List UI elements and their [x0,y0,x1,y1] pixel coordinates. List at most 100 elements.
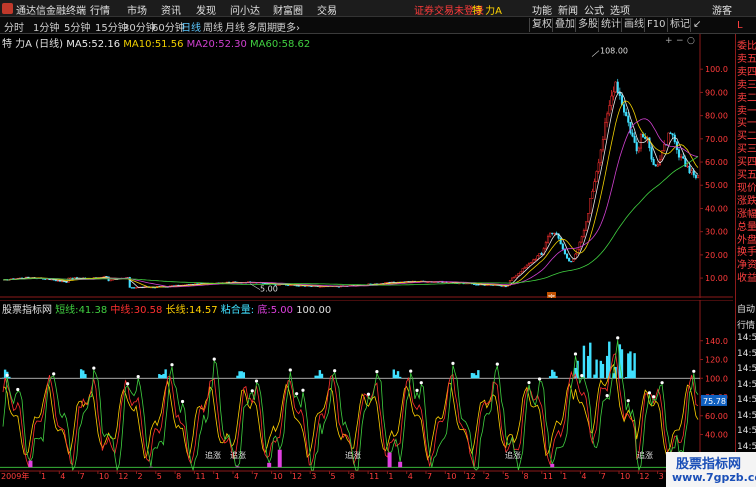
glue-bar [162,373,165,379]
date-month-label: 10 [446,472,456,480]
glue-bar [236,375,239,379]
legend-mid-key: 中线: [110,305,134,316]
menu-news[interactable]: 资讯 [161,2,181,17]
period-daily[interactable]: 日线 [181,19,201,34]
period-multi[interactable]: 多周期 [247,19,277,34]
restore-rights-button[interactable]: 复权 [529,18,554,32]
candle-body [589,198,592,214]
glue-bar [599,360,603,379]
glue-bar [79,369,83,379]
candle-body [536,255,539,260]
menu-trade[interactable]: 交易 [317,2,337,17]
candle-body [637,147,640,152]
candle-body [551,232,554,235]
special-tag-label: 宝 [548,293,555,298]
menu-markets[interactable]: 市场 [127,2,147,17]
collapse-icon[interactable]: ↙ [690,18,703,32]
mark-button[interactable]: 标记 [667,18,692,32]
low-price-label: 5.00 [260,285,278,294]
date-month-label: 3 [311,472,316,480]
date-month-label: 12 [466,472,476,480]
peak-dot [180,399,185,404]
ma60-value: 58.62 [281,39,311,50]
ma60-key: MA60: [250,39,282,50]
date-month-label: 7 [80,472,85,480]
candle-body [527,263,531,266]
period-5min[interactable]: 5分钟 [64,19,90,34]
legend-short-key: 短线: [55,305,79,316]
menu-market[interactable]: 行情 [90,2,110,17]
annotation-label: 追涨 [505,450,521,460]
date-month-label: 10 [99,472,109,480]
candle-body [663,144,666,151]
price-axis-label: 40.00 [705,204,728,213]
candle-body [618,92,621,96]
f10-button[interactable]: F10 [644,18,667,32]
legend-long: 长线:14.57 [166,305,218,316]
candle-body [56,280,59,282]
bottom-bar [387,452,392,468]
ma10-label: MA10:51.56 [123,39,183,50]
candle-body [521,268,524,273]
glue-bar [394,374,398,379]
candle-body [523,267,526,269]
menu-ask[interactable]: 问小达 [230,2,260,17]
site-watermark: 股票指标网 www.7gpzb.com [666,452,756,487]
kline-panel[interactable]: 100.0 90.00 80.00 70.00 60.00 50.00 40.00 30.00… [0,34,733,298]
period-intraday[interactable]: 分时 [4,19,24,34]
indicator-chart[interactable]: 140.0120.0100.080.0060.0040.0075.78追涨追涨追… [0,300,733,480]
period-more[interactable]: 更多› [276,19,300,34]
multi-stock-button[interactable]: 多股 [575,18,600,32]
ma10-value: 51.56 [154,39,184,50]
auto-quote-label: 行情 [737,320,756,331]
menu-function[interactable]: 功能 [532,2,552,17]
glue-bar [3,369,7,379]
glue-bar [82,370,85,379]
zoom-out-icon: − [676,36,684,46]
candle-body [534,258,537,261]
date-month-label: 1 [41,472,46,480]
corner-label[interactable]: L [737,20,743,31]
candle-body [635,142,638,152]
peak-dot [647,391,652,395]
statistics-button[interactable]: 统计 [598,18,623,32]
watermark-title: 股票指标网 [676,457,742,472]
menu-formula[interactable]: 公式 [584,2,604,17]
menu-newsfeed[interactable]: 新闻 [558,2,578,17]
menu-wealth[interactable]: 财富圈 [273,2,303,17]
menu-discover[interactable]: 发现 [196,2,216,17]
glue-bar [164,369,167,379]
period-60min[interactable]: 60分钟 [152,19,185,34]
indicator-axis-label: 120.0 [705,356,728,365]
candle-body [287,284,290,286]
menu-options[interactable]: 选项 [610,2,630,17]
glue-bar [472,373,476,379]
candle-body [680,156,683,158]
indicator-axis-label: 40.00 [705,431,728,440]
guest-label[interactable]: 游客 [712,2,732,17]
indicator-panel[interactable]: 140.0120.0100.080.0060.0040.0075.78追涨追涨追… [0,300,733,480]
date-month-label: 1 [388,472,393,480]
candle-body [644,136,647,139]
date-month-label: 11 [369,472,379,480]
kline-chart[interactable]: 100.0 90.00 80.00 70.00 60.00 50.00 40.00 30.00… [0,34,733,298]
draw-line-button[interactable]: 画线 [621,18,646,32]
price-axis-label: 20.00 [705,251,728,260]
candle-body [71,277,74,280]
ma20-label: MA20:52.30 [187,39,247,50]
period-1min[interactable]: 1分钟 [33,19,59,34]
date-month-label: 3 [659,472,664,480]
date-month-label: 1 [215,472,220,480]
peak-dot [126,382,130,386]
period-30min[interactable]: 30分钟 [123,19,156,34]
indicator-title[interactable]: 股票指标网 [2,305,52,316]
glue-bar [633,353,636,379]
candle-body [686,165,689,168]
peak-dot [451,361,455,366]
overlay-button[interactable]: 叠加 [552,18,577,32]
candle-body [561,243,564,250]
period-monthly[interactable]: 月线 [225,19,245,34]
candle-body [591,191,594,199]
peak-dot [419,381,423,385]
period-weekly[interactable]: 周线 [203,19,223,34]
